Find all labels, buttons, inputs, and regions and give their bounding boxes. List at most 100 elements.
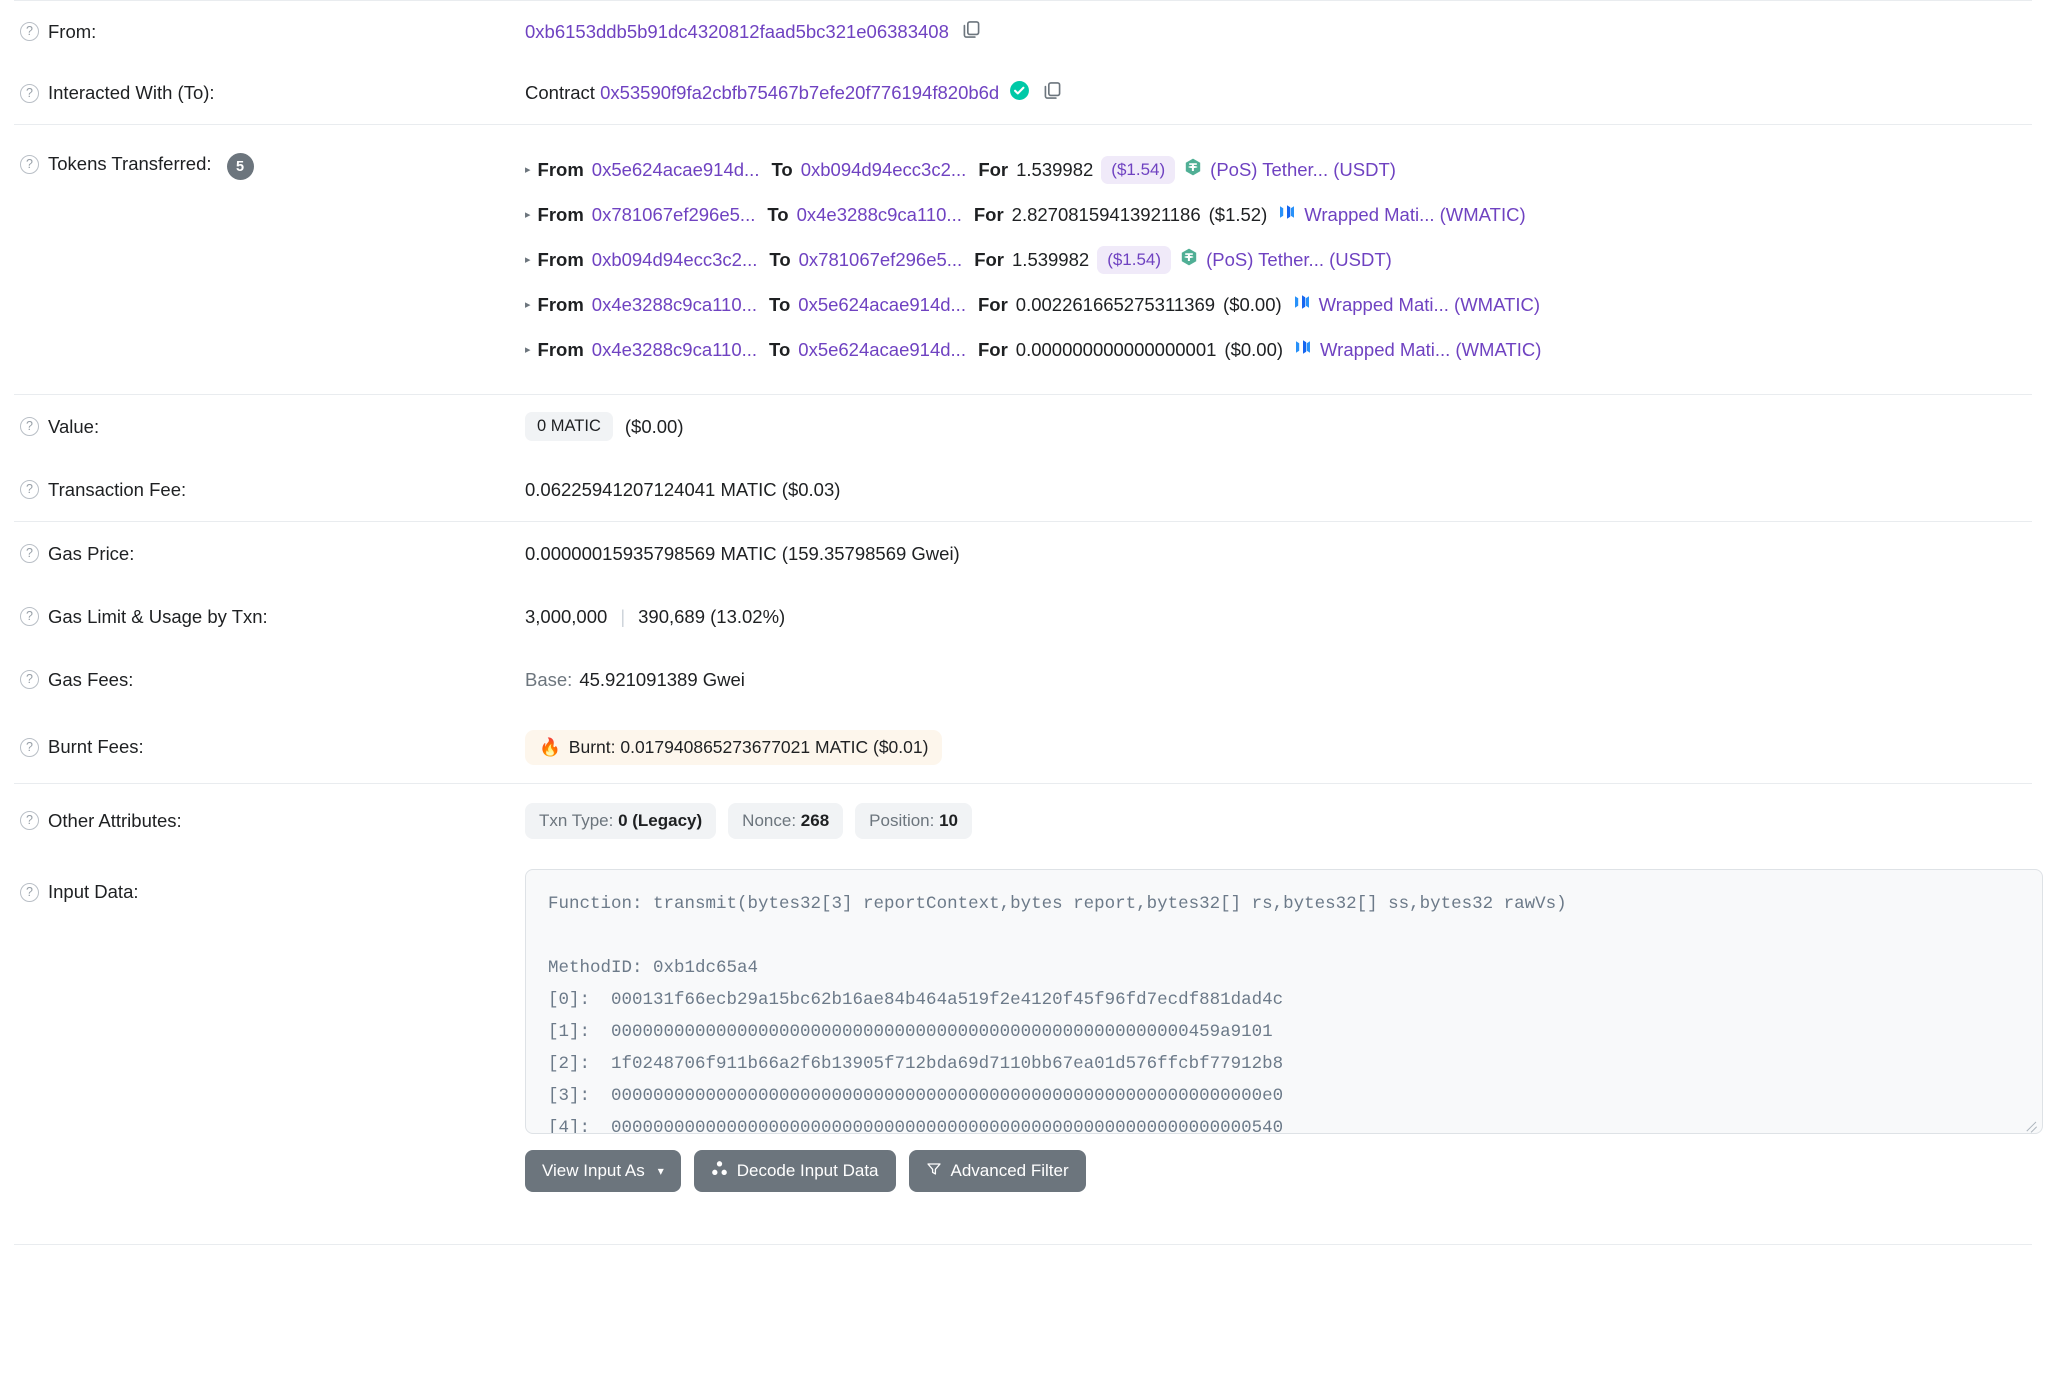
tokens-transferred-row: ? Tokens Transferred: 5 ▸ From 0x5e624acae… xyxy=(0,125,2046,394)
tether-icon xyxy=(1179,247,1199,272)
gas-fees-label-cell: ? Gas Fees: xyxy=(0,648,525,711)
button-label: Decode Input Data xyxy=(736,1161,879,1180)
burnt-fees-badge: 🔥 Burnt: 0.017940865273677021 MATIC ($0.… xyxy=(525,729,943,765)
help-icon[interactable]: ? xyxy=(20,83,39,103)
value-value-cell: 0 MATIC ($0.00) xyxy=(525,395,2046,458)
transfer-from-address-link[interactable]: 0xb094d94ecc3c2... xyxy=(592,249,758,271)
input-data-label: Input Data: xyxy=(48,881,139,902)
bottom-divider xyxy=(14,1244,2032,1245)
gas-fees-label: Gas Fees: xyxy=(48,668,134,690)
expand-caret-icon[interactable]: ▸ xyxy=(525,298,531,311)
tokens-label-cell: ? Tokens Transferred: 5 xyxy=(0,147,525,180)
input-data-value-cell: Function: transmit(bytes32[3] reportCont… xyxy=(525,869,2046,1192)
resize-handle[interactable] xyxy=(2024,1116,2038,1130)
attribute-value: 0 (Legacy) xyxy=(618,810,703,830)
gas-fees-base-label: Base: xyxy=(525,668,573,690)
transfer-to-label: To xyxy=(769,248,791,270)
from-value-cell: 0xb6153ddb5b91dc4320812faad5bc321e063834… xyxy=(525,1,2046,62)
to-value-cell: Contract 0x53590f9fa2cbfb75467b7efe20f77… xyxy=(525,62,2046,124)
input-data-textarea[interactable]: Function: transmit(bytes32[3] reportCont… xyxy=(525,869,2043,1134)
transaction-fee-value: 0.06225941207124041 MATIC ($0.03) xyxy=(525,478,841,500)
transfer-for-label: For xyxy=(977,293,1008,315)
attribute-name: Nonce: xyxy=(742,810,797,830)
transfer-to-label: To xyxy=(771,158,793,180)
transfer-from-address-link[interactable]: 0x5e624acae914d... xyxy=(592,159,760,181)
transfer-token-link[interactable]: Wrapped Mati... (WMATIC) xyxy=(1304,204,1525,226)
button-label: Advanced Filter xyxy=(950,1161,1069,1180)
gas-fees-value-cell: Base: 45.921091389 Gwei xyxy=(525,648,2046,711)
attribute-badge: Txn Type: 0 (Legacy) xyxy=(525,802,717,839)
view-input-as-button[interactable]: View Input As ▾ xyxy=(525,1150,681,1192)
help-icon[interactable]: ? xyxy=(20,737,39,757)
gas-limit-label-cell: ? Gas Limit & Usage by Txn: xyxy=(0,585,525,648)
input-data-button-bar: View Input As ▾ Decode Input Data Advanced … xyxy=(525,1150,2046,1192)
transfer-from-label: From xyxy=(537,248,584,270)
gas-usage-value: 390,689 (13.02%) xyxy=(638,605,786,627)
value-label: Value: xyxy=(48,415,100,437)
decode-icon xyxy=(711,1160,728,1182)
transfer-to-address-link[interactable]: 0x781067ef296e5... xyxy=(799,249,963,271)
transfer-usd-value: ($0.00) xyxy=(1224,338,1284,360)
transaction-fee-row: ? Transaction Fee: 0.06225941207124041 M… xyxy=(0,458,2046,521)
gas-limit-label: Gas Limit & Usage by Txn: xyxy=(48,605,268,627)
attribute-name: Txn Type: xyxy=(539,810,614,830)
transfer-to-address-link[interactable]: 0x5e624acae914d... xyxy=(798,339,966,361)
from-row: ? From: 0xb6153ddb5b91dc4320812faad5bc32… xyxy=(0,1,2046,62)
transfer-to-address-link[interactable]: 0x5e624acae914d... xyxy=(798,294,966,316)
fire-icon: 🔥 xyxy=(539,736,561,757)
help-icon[interactable]: ? xyxy=(20,155,39,174)
transfer-from-address-link[interactable]: 0x4e3288c9ca110... xyxy=(592,339,757,361)
other-attributes-pills: Txn Type: 0 (Legacy) Nonce: 268 Position: … xyxy=(525,784,2046,857)
tokens-transferred-label: Tokens Transferred: xyxy=(48,153,212,174)
transfer-token-link[interactable]: (PoS) Tether... (USDT) xyxy=(1210,159,1396,181)
gas-limit-separator: | xyxy=(620,605,626,627)
help-icon[interactable]: ? xyxy=(20,22,39,41)
help-icon[interactable]: ? xyxy=(20,480,39,499)
help-icon[interactable]: ? xyxy=(20,417,39,436)
help-icon[interactable]: ? xyxy=(20,670,39,689)
to-contract-address-link[interactable]: 0x53590f9fa2cbfb75467b7efe20f776194f820b… xyxy=(600,82,999,104)
decode-input-data-button[interactable]: Decode Input Data xyxy=(693,1150,896,1192)
advanced-filter-button[interactable]: Advanced Filter xyxy=(908,1150,1086,1192)
value-label-cell: ? Value: xyxy=(0,395,525,458)
transfer-token-link[interactable]: Wrapped Mati... (WMATIC) xyxy=(1320,339,1541,361)
token-transfer-row: ▸ From 0x781067ef296e5... To 0x4e3288c9ca110… xyxy=(525,192,2046,237)
verified-check-icon xyxy=(1009,80,1030,106)
transfer-for-label: For xyxy=(977,338,1008,360)
transfer-from-label: From xyxy=(537,293,584,315)
transfer-amount: 1.539982 xyxy=(1016,158,1094,180)
transfer-usd-badge: ($1.54) xyxy=(1101,155,1176,184)
token-transfer-row: ▸ From 0xb094d94ecc3c2... To 0x781067ef296e5… xyxy=(525,237,2046,282)
gas-limit-value: 3,000,000 xyxy=(525,605,608,627)
gas-limit-row: ? Gas Limit & Usage by Txn: 3,000,000 | … xyxy=(0,585,2046,648)
copy-icon[interactable] xyxy=(961,19,982,45)
transfer-usd-badge: ($1.54) xyxy=(1097,245,1172,274)
transfer-from-label: From xyxy=(537,158,584,180)
transfer-from-address-link[interactable]: 0x781067ef296e5... xyxy=(592,204,756,226)
copy-icon[interactable] xyxy=(1042,80,1063,106)
token-transfer-row: ▸ From 0x4e3288c9ca110... To 0x5e624acae914d… xyxy=(525,282,2046,327)
transfer-to-address-link[interactable]: 0xb094d94ecc3c2... xyxy=(801,159,967,181)
transfer-to-address-link[interactable]: 0x4e3288c9ca110... xyxy=(797,204,962,226)
gas-price-value: 0.00000015935798569 MATIC (159.35798569 … xyxy=(525,542,960,564)
help-icon[interactable]: ? xyxy=(20,607,39,626)
expand-caret-icon[interactable]: ▸ xyxy=(525,343,531,356)
transfer-token-link[interactable]: (PoS) Tether... (USDT) xyxy=(1206,249,1392,271)
other-attributes-label: Other Attributes: xyxy=(48,809,182,831)
from-address-link[interactable]: 0xb6153ddb5b91dc4320812faad5bc321e063834… xyxy=(525,21,949,43)
expand-caret-icon[interactable]: ▸ xyxy=(525,253,531,266)
transfer-from-address-link[interactable]: 0x4e3288c9ca110... xyxy=(592,294,757,316)
help-icon[interactable]: ? xyxy=(20,811,39,830)
transfer-token-link[interactable]: Wrapped Mati... (WMATIC) xyxy=(1319,294,1540,316)
transfer-to-label: To xyxy=(769,293,791,315)
expand-caret-icon[interactable]: ▸ xyxy=(525,163,531,176)
from-label-cell: ? From: xyxy=(0,1,525,62)
other-attributes-row: ? Other Attributes: Txn Type: 0 (Legacy)… xyxy=(0,784,2046,857)
help-icon[interactable]: ? xyxy=(20,882,39,902)
transfers-list: ▸ From 0x5e624acae914d... To 0xb094d94ecc3c2… xyxy=(525,147,2046,372)
expand-caret-icon[interactable]: ▸ xyxy=(525,208,531,221)
value-usd: ($0.00) xyxy=(624,415,684,437)
transaction-fee-label-cell: ? Transaction Fee: xyxy=(0,458,525,521)
help-icon[interactable]: ? xyxy=(20,544,39,563)
wmatic-icon xyxy=(1293,337,1313,362)
